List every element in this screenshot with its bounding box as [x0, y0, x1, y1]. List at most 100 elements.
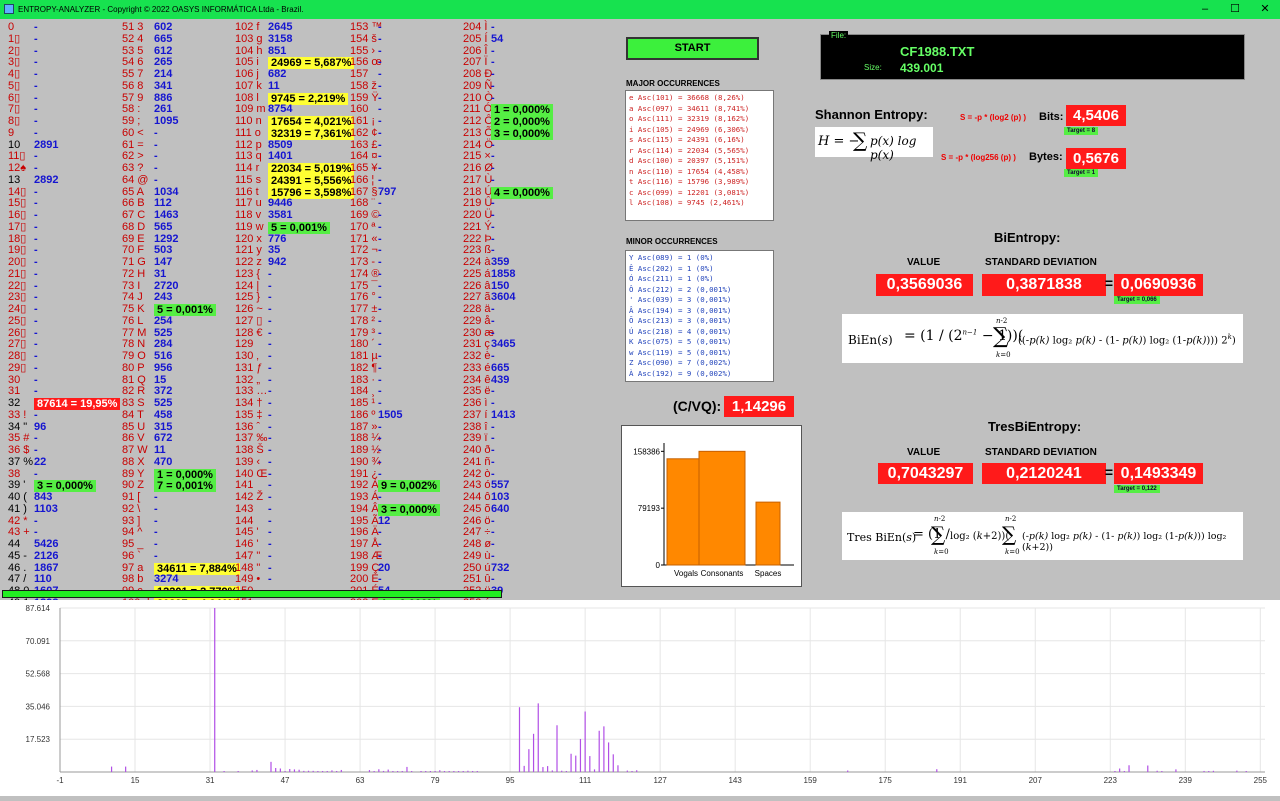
- close-button[interactable]: ✕: [1250, 2, 1280, 17]
- ascii-row: 29▯ -: [8, 361, 42, 375]
- histogram-bar: [847, 770, 849, 772]
- ascii-row: 135 ‡ -: [235, 409, 272, 422]
- maximize-button[interactable]: ☐: [1220, 2, 1250, 17]
- bar-spaces: [755, 501, 781, 566]
- list-item[interactable]: Õ Asc(213) = 3 (0,001%): [629, 316, 770, 327]
- ascii-row: 194 Â3 = 0,000%: [350, 503, 440, 516]
- list-item[interactable]: Ú Asc(218) = 4 (0,001%): [629, 327, 770, 338]
- ascii-char-count: -: [34, 32, 38, 45]
- x-tick-label: 143: [728, 776, 742, 785]
- ascii-char-count: 17654 = 4,021%: [268, 116, 355, 128]
- ascii-row: 64 @ -: [122, 173, 158, 187]
- histogram-bar: [556, 725, 558, 772]
- ascii-char-count: 87614 = 19,95%: [34, 398, 121, 410]
- histogram-bar: [336, 771, 338, 772]
- list-item[interactable]: Z Asc(090) = 7 (0,002%): [629, 358, 770, 369]
- list-item[interactable]: Ô Asc(212) = 2 (0,001%): [629, 285, 770, 296]
- list-item[interactable]: Ê Asc(202) = 1 (0%): [629, 264, 770, 275]
- ascii-char-count: 458: [154, 408, 173, 421]
- letter-type-bar-chart: 0 79193 158386 Vogals Consonants Spaces: [621, 425, 802, 587]
- x-tick-label: 79: [431, 776, 440, 785]
- ascii-row: 237 í 1413: [463, 409, 515, 422]
- list-item[interactable]: ' Asc(039) = 3 (0,001%): [629, 295, 770, 306]
- ascii-char-count: -: [378, 79, 382, 92]
- list-item[interactable]: w Asc(119) = 5 (0,001%): [629, 348, 770, 359]
- ascii-char-label: 111 o: [235, 126, 261, 139]
- minor-occurrences-list[interactable]: Y Asc(089) = 1 (0%) Ê Asc(202) = 1 (0%) Ó …: [625, 250, 774, 382]
- list-item[interactable]: a Asc(097) = 34611 (8,741%): [629, 104, 770, 115]
- shannon-formula: H = − ∑ p(x) log p(x): [815, 127, 933, 162]
- ascii-row: 147 " -: [235, 549, 272, 563]
- list-item[interactable]: i Asc(105) = 24969 (6,306%): [629, 125, 770, 136]
- list-item[interactable]: s Asc(115) = 24391 (6,16%): [629, 135, 770, 146]
- bits-target: Target = 8: [1064, 127, 1099, 135]
- minimize-button[interactable]: –: [1190, 2, 1220, 17]
- ascii-char-count: 11: [268, 79, 280, 92]
- list-item[interactable]: t Asc(116) = 15796 (3,989%): [629, 177, 770, 188]
- ascii-char-count: -: [268, 314, 272, 327]
- ascii-char-count: -: [34, 126, 38, 139]
- list-item[interactable]: Â Asc(194) = 3 (0,001%): [629, 306, 770, 317]
- ascii-row: 21▯ -: [8, 268, 42, 281]
- list-item[interactable]: K Asc(075) = 5 (0,001%): [629, 337, 770, 348]
- tresbientropy-value: 0,7043297: [878, 463, 973, 484]
- histogram-bar: [612, 754, 614, 772]
- histogram-bar: [528, 749, 530, 772]
- list-item[interactable]: Ó Asc(211) = 1 (0%): [629, 274, 770, 285]
- histogram-bar: [1212, 770, 1215, 772]
- ascii-char-label: 68 D: [122, 220, 146, 233]
- histogram-bar: [1119, 768, 1121, 772]
- ascii-char-count: -: [34, 467, 38, 480]
- list-item[interactable]: r Asc(114) = 22034 (5,565%): [629, 146, 770, 157]
- ascii-char-count: 2892: [34, 173, 59, 186]
- list-item[interactable]: e Asc(101) = 36668 (8,26%): [629, 93, 770, 104]
- ascii-row: 52 4 665: [122, 33, 172, 46]
- ascii-char-count: 22034 = 5,019%: [268, 163, 355, 175]
- ascii-row: 162 ¢ -: [350, 127, 384, 140]
- ascii-char-count: -: [268, 549, 272, 562]
- start-button[interactable]: START: [626, 37, 759, 60]
- ascii-char-count: 1 = 0,000%: [491, 104, 553, 117]
- tresbientropy-value-label: VALUE: [907, 447, 941, 458]
- list-item[interactable]: d Asc(100) = 20397 (5,151%): [629, 156, 770, 167]
- ascii-row: 143 -: [235, 502, 272, 516]
- ascii-row: 60 < -: [122, 127, 158, 140]
- tresbientropy-result: 0,1493349: [1114, 463, 1203, 484]
- list-item[interactable]: c Asc(099) = 12201 (3,081%): [629, 188, 770, 199]
- x-tick-label: 95: [506, 776, 515, 785]
- histogram-bar: [518, 707, 521, 772]
- ascii-char-count: -: [34, 361, 38, 374]
- ascii-row: 249 ù-: [463, 550, 497, 563]
- y-tick-label: 158386: [633, 447, 660, 456]
- x-tick-label: 191: [954, 776, 968, 785]
- list-item[interactable]: n Asc(110) = 17654 (4,458%): [629, 167, 770, 178]
- x-tick-label: 159: [804, 776, 818, 785]
- histogram-bar: [579, 738, 582, 772]
- list-item[interactable]: o Asc(111) = 32319 (8,162%): [629, 114, 770, 125]
- histogram-bar: [326, 771, 328, 772]
- x-category-label: Consonants: [701, 569, 744, 578]
- histogram-bar: [598, 730, 600, 772]
- ascii-char-count: -: [268, 502, 272, 515]
- list-item[interactable]: À Asc(192) = 9 (0,002%): [629, 369, 770, 380]
- list-item[interactable]: Y Asc(089) = 1 (0%): [629, 253, 770, 264]
- ascii-char-count: -: [34, 220, 38, 233]
- ascii-char-count: 3158: [268, 32, 293, 45]
- histogram-bar: [110, 766, 113, 772]
- ascii-char-count: 3274: [154, 573, 179, 586]
- ascii-char-count: -: [378, 220, 382, 233]
- histogram-bar: [401, 771, 403, 772]
- histogram-bar: [312, 770, 314, 772]
- major-occurrences-list[interactable]: e Asc(101) = 36668 (8,26%) a Asc(097) = 3…: [625, 90, 774, 221]
- ascii-char-label: 139 ‹: [235, 455, 261, 468]
- histogram-bar: [575, 755, 577, 772]
- ascii-char-label: 64 @: [122, 173, 149, 186]
- histogram-bar: [1236, 770, 1238, 772]
- histogram-bar: [307, 770, 310, 772]
- x-tick-label: 31: [206, 776, 215, 785]
- list-item[interactable]: l Asc(108) = 9745 (2,461%): [629, 198, 770, 209]
- histogram-bar: [532, 733, 535, 772]
- histogram-bar: [406, 766, 408, 772]
- histogram-bar: [125, 766, 127, 772]
- size-label: Size:: [864, 63, 882, 72]
